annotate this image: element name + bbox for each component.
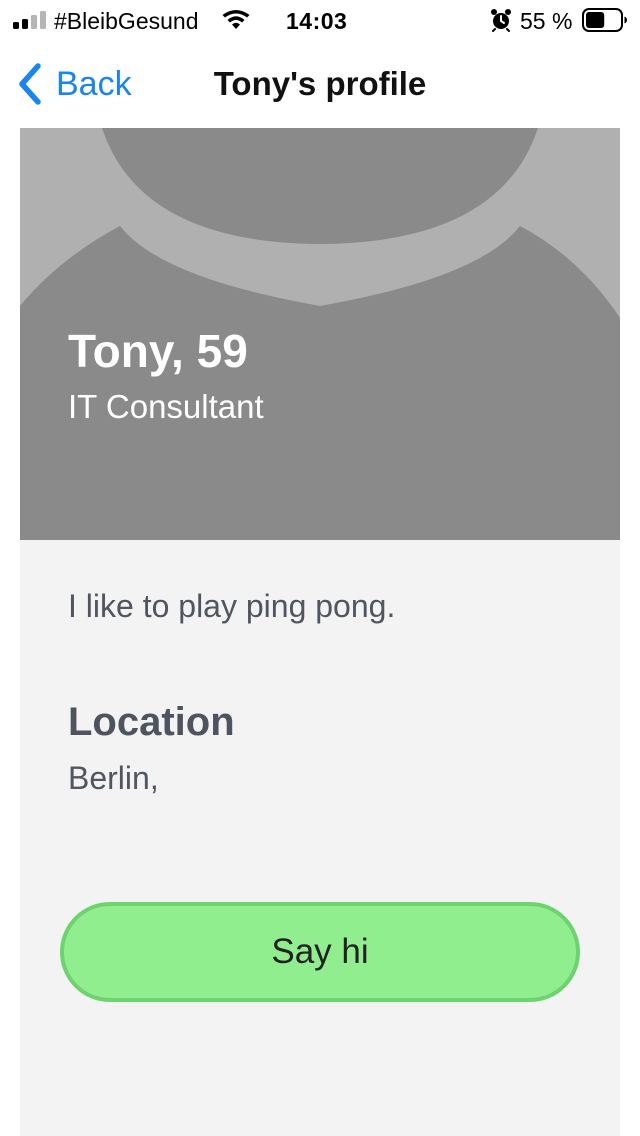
profile-card: Tony, 59 IT Consultant I like to play pi… [20,128,620,1136]
profile-name-age: Tony, 59 [68,325,248,377]
navigation-bar: Back Tony's profile [0,40,640,128]
profile-job-title: IT Consultant [68,388,264,425]
status-bar: #BleibGesund 14:03 55 % [0,0,640,40]
alarm-clock-icon [491,9,511,32]
status-time: 14:03 [286,8,348,34]
battery-icon [582,8,627,32]
cellular-signal-icon [13,11,47,29]
location-heading: Location [68,700,235,744]
battery-percentage: 55 % [520,8,573,34]
wifi-icon [222,10,250,29]
profile-hero: Tony, 59 IT Consultant [20,128,620,540]
say-hi-button[interactable]: Say hi [60,902,580,1002]
page-title: Tony's profile [213,65,427,102]
profile-bio: I like to play ping pong. [68,588,396,624]
carrier-name: #BleibGesund [54,8,199,34]
location-value: Berlin, [68,760,159,796]
